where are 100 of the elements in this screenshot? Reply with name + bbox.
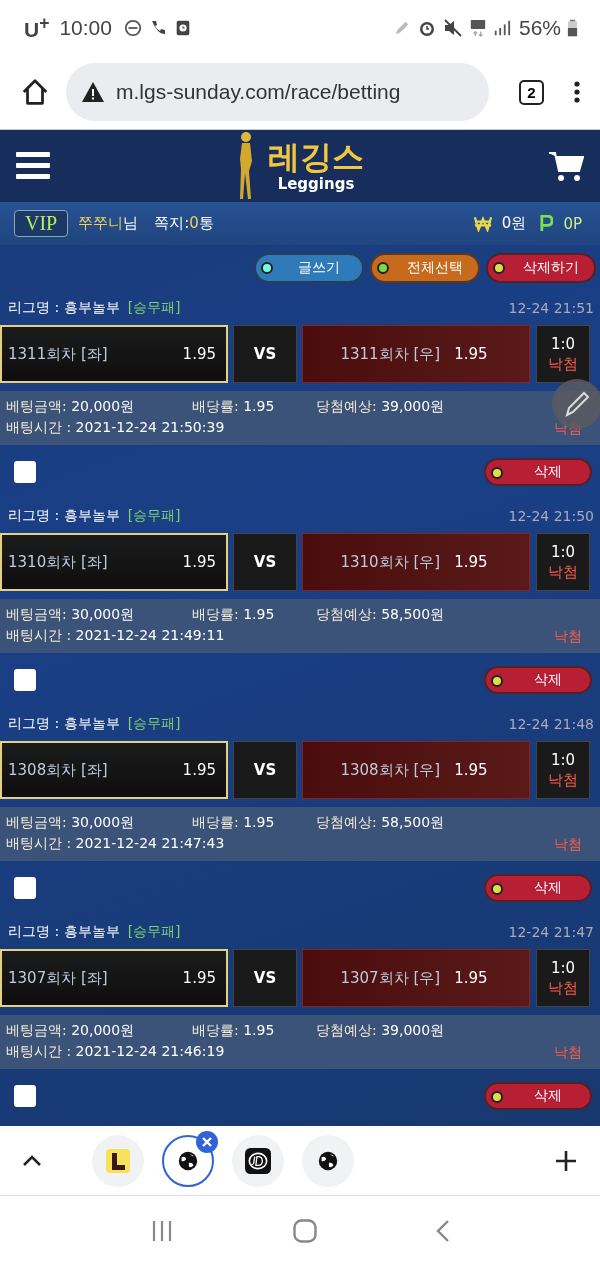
back-icon[interactable] (436, 1219, 451, 1243)
match-time: 12-24 21:47 (508, 924, 594, 940)
home-pick[interactable]: 1307회차 [좌] 1.95 (0, 949, 228, 1007)
checkbox[interactable] (14, 877, 36, 899)
away-pick[interactable]: 1311회차 [우] 1.95 (302, 325, 530, 383)
league-name: 리그명 : 흥부놀부 (8, 507, 120, 525)
home-pick[interactable]: 1310회차 [좌] 1.95 (0, 533, 228, 591)
cart-icon[interactable] (548, 150, 584, 182)
more-menu-icon[interactable] (574, 80, 580, 104)
network-5g-icon (468, 17, 487, 38)
chevron-up-icon[interactable] (22, 1154, 42, 1167)
odds-rate: 배당률: 1.95 (192, 1022, 276, 1040)
away-pick[interactable]: 1308회차 [우] 1.95 (302, 741, 530, 799)
site-logo-icon (245, 1147, 271, 1174)
score-text: 1:0 (550, 542, 576, 561)
delete-button[interactable]: 삭제 (484, 1082, 592, 1110)
score-text: 1:0 (550, 958, 576, 977)
away-pick[interactable]: 1310회차 [우] 1.95 (302, 533, 530, 591)
checkbox[interactable] (14, 669, 36, 691)
expected-win: 당첨예상: 39,000원 (316, 398, 445, 416)
tab-count-button[interactable]: 2 (519, 79, 544, 105)
bet-type-tag: [승무패] (127, 715, 181, 733)
odds-value: 1.95 (182, 761, 216, 779)
write-button[interactable]: 글쓰기 (254, 253, 364, 283)
team-name: 1310회차 [좌] (8, 552, 108, 572)
team-name: 1311회차 [우] (340, 344, 441, 364)
expected-win: 당첨예상: 39,000원 (316, 1022, 445, 1040)
bet-amount: 베팅금액: 30,000원 (6, 606, 136, 624)
menu-icon[interactable] (16, 152, 50, 180)
delete-button[interactable]: 삭제 (484, 666, 592, 694)
money-balance: 0원 (501, 214, 527, 233)
globe-icon (177, 1149, 199, 1172)
delete-button[interactable]: 삭제 (484, 458, 592, 486)
won-icon (473, 215, 492, 232)
select-all-button[interactable]: 전체선택 (370, 253, 480, 283)
bet-time: 배팅시간 : 2021-12-24 21:50:39 (6, 419, 225, 437)
url-text: m.lgs-sunday.com/race/betting (116, 80, 401, 104)
bet-amount: 베팅금액: 20,000원 (6, 398, 136, 416)
bet-type-tag: [승무패] (127, 923, 181, 941)
odds-rate: 배당률: 1.95 (192, 398, 276, 416)
delete-all-button[interactable]: 삭제하기 (486, 253, 596, 283)
match-time: 12-24 21:51 (508, 300, 594, 316)
odds-value: 1.95 (182, 969, 216, 987)
point-icon (540, 215, 554, 232)
versus-label: VS (233, 949, 297, 1007)
team-name: 1307회차 [우] (340, 968, 441, 988)
expected-win: 당첨예상: 58,500원 (316, 606, 445, 624)
away-pick[interactable]: 1307회차 [우] 1.95 (302, 949, 530, 1007)
bet-time: 배팅시간 : 2021-12-24 21:47:43 (6, 835, 225, 853)
bet-status: 낙첨 (554, 420, 582, 438)
expected-win: 당첨예상: 58,500원 (316, 814, 445, 832)
home-pick[interactable]: 1311회차 [좌] 1.95 (0, 325, 228, 383)
odds-rate: 배당률: 1.95 (192, 814, 276, 832)
letter-logo-icon (106, 1148, 130, 1173)
odds-value: 1.95 (454, 761, 488, 779)
bet-time: 배팅시간 : 2021-12-24 21:49:11 (6, 627, 225, 645)
team-name: 1307회차 [좌] (8, 968, 108, 988)
bet-time: 배팅시간 : 2021-12-24 21:46:19 (6, 1043, 225, 1061)
odds-value: 1.95 (454, 553, 488, 571)
warning-icon (80, 80, 106, 104)
result-text: 낙첨 (548, 562, 578, 582)
versus-label: VS (233, 325, 297, 383)
team-name: 1310회차 [우] (340, 552, 441, 572)
close-icon[interactable] (196, 1130, 218, 1153)
battery-icon (567, 17, 578, 38)
odds-rate: 배당률: 1.95 (192, 606, 276, 624)
do-not-disturb-icon (123, 18, 142, 37)
versus-label: VS (233, 741, 297, 799)
point-balance: 0P (563, 214, 582, 233)
home-icon[interactable] (20, 77, 50, 107)
team-name: 1308회차 [우] (340, 760, 441, 780)
odds-value: 1.95 (454, 345, 488, 363)
home-pick[interactable]: 1308회차 [좌] 1.95 (0, 741, 228, 799)
delete-button[interactable]: 삭제 (484, 874, 592, 902)
checkbox[interactable] (14, 1085, 36, 1107)
team-name: 1308회차 [좌] (8, 760, 108, 780)
result-text: 낙첨 (548, 978, 578, 998)
odds-value: 1.95 (182, 345, 216, 363)
user-nickname: 쭈쭈니님 (78, 214, 139, 233)
message-count[interactable]: 쪽지:0통 (154, 214, 214, 233)
mute-icon (442, 17, 463, 38)
bet-amount: 베팅금액: 30,000원 (6, 814, 136, 832)
logo-subtitle: Leggings (277, 175, 355, 193)
add-tab-icon[interactable] (554, 1148, 578, 1173)
bet-type-tag: [승무패] (127, 507, 181, 525)
league-name: 리그명 : 흥부놀부 (8, 923, 120, 941)
bet-amount: 베팅금액: 20,000원 (6, 1022, 136, 1040)
clock-time: 10:00 (59, 15, 112, 40)
result-text: 낙첨 (548, 354, 578, 374)
league-name: 리그명 : 흥부놀부 (8, 715, 120, 733)
globe-icon (317, 1149, 339, 1172)
home-button-icon[interactable] (293, 1219, 317, 1243)
signal-icon (492, 18, 511, 37)
team-name: 1311회차 [좌] (8, 344, 108, 364)
address-bar[interactable]: m.lgs-sunday.com/race/betting (66, 63, 489, 121)
battery-percent: 56% (518, 15, 561, 40)
result-text: 낙첨 (548, 770, 578, 790)
checkbox[interactable] (14, 461, 36, 483)
match-time: 12-24 21:48 (508, 716, 594, 732)
match-time: 12-24 21:50 (508, 508, 594, 524)
